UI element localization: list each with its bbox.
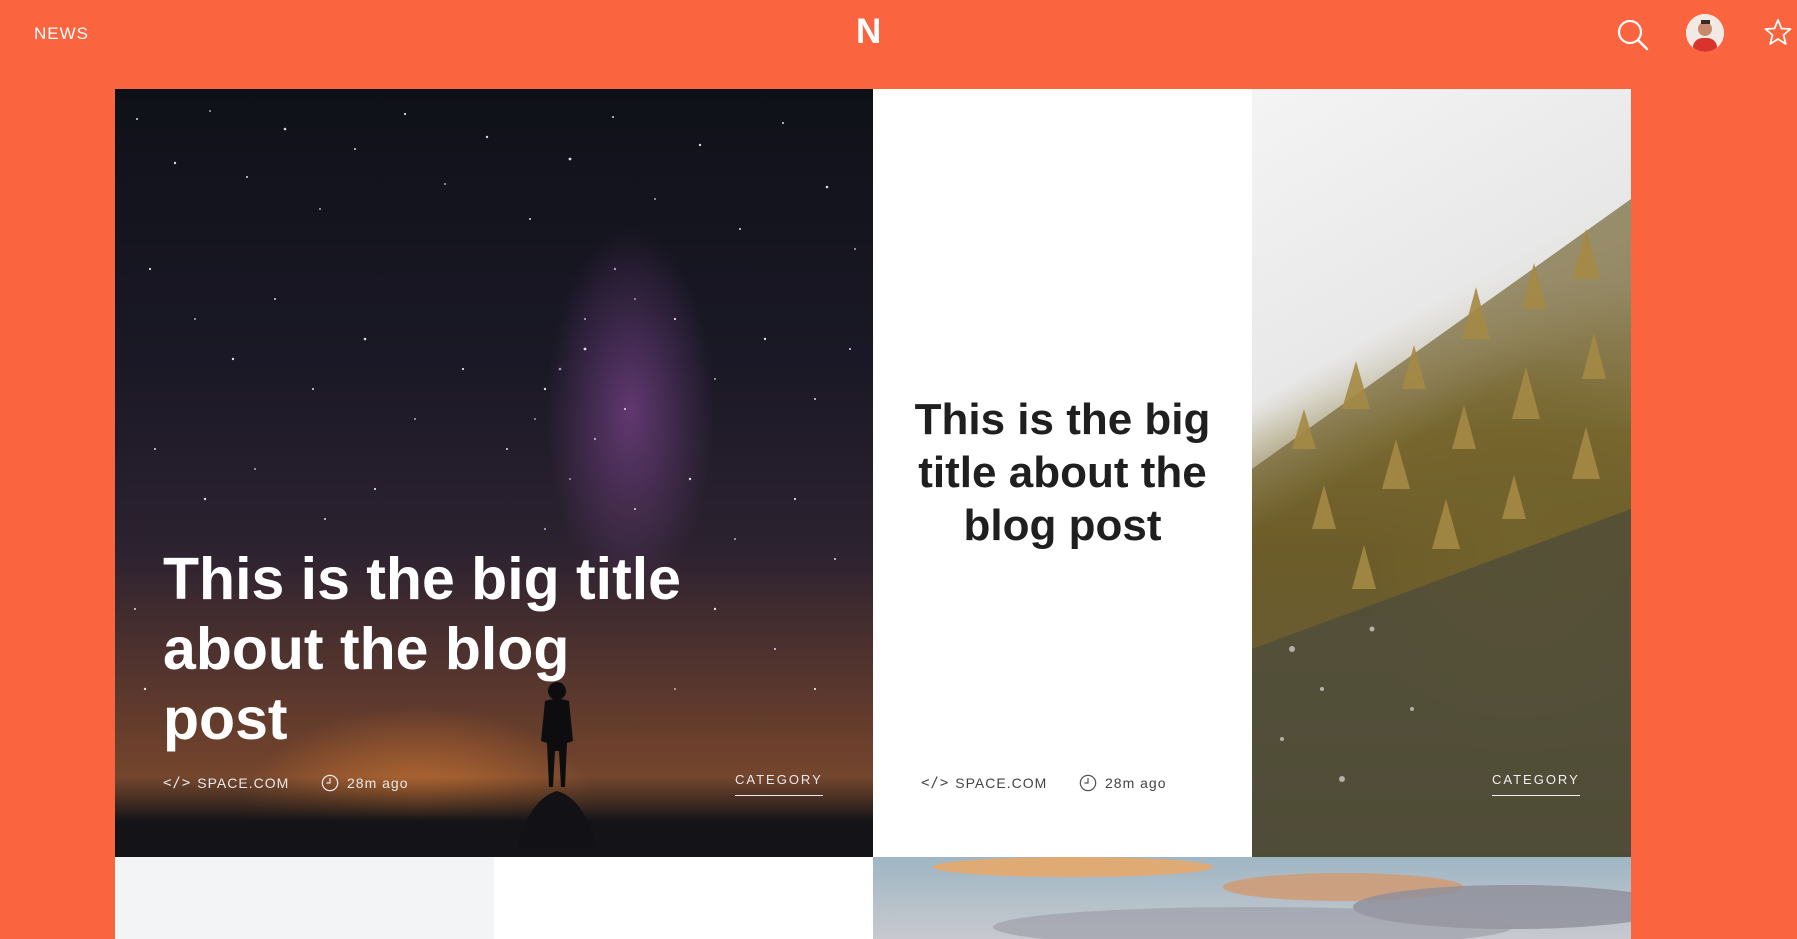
search-icon[interactable] (1616, 18, 1650, 52)
featured-post-title[interactable]: This is the big title about the blog pos… (163, 544, 683, 754)
category-link[interactable]: CATEGORY (1492, 772, 1580, 796)
star-icon[interactable] (1763, 17, 1793, 47)
forest-image-card[interactable]: CATEGORY (1252, 89, 1631, 857)
post-time: 28m ago (321, 771, 408, 795)
logo[interactable]: N (856, 12, 881, 52)
post-source-label: SPACE.COM (197, 775, 290, 791)
top-bar: NEWS N (0, 0, 1797, 89)
post-time-label: 28m ago (1105, 775, 1167, 791)
post-card-partial-middle[interactable] (494, 857, 873, 939)
sky-image-card-partial[interactable] (873, 857, 1631, 939)
code-icon: </> (163, 775, 192, 791)
secondary-post-title[interactable]: This is the big title about the blog pos… (873, 393, 1252, 552)
post-source[interactable]: </> SPACE.COM (921, 771, 1047, 795)
clock-icon (321, 774, 339, 792)
clock-icon (1079, 774, 1097, 792)
post-source-label: SPACE.COM (955, 775, 1048, 791)
forest-image (1252, 199, 1631, 857)
post-source[interactable]: </> SPACE.COM (163, 771, 289, 795)
sunset-clouds-image (933, 857, 1631, 939)
avatar[interactable] (1686, 14, 1724, 52)
secondary-post-card[interactable]: This is the big title about the blog pos… (873, 89, 1252, 857)
post-time: 28m ago (1079, 771, 1166, 795)
nav-news-link[interactable]: NEWS (34, 24, 89, 44)
code-icon: </> (921, 775, 950, 791)
post-time-label: 28m ago (347, 775, 409, 791)
category-link[interactable]: CATEGORY (735, 772, 823, 796)
post-card-partial-left[interactable] (115, 857, 494, 939)
featured-post-card[interactable]: This is the big title about the blog pos… (115, 89, 873, 857)
